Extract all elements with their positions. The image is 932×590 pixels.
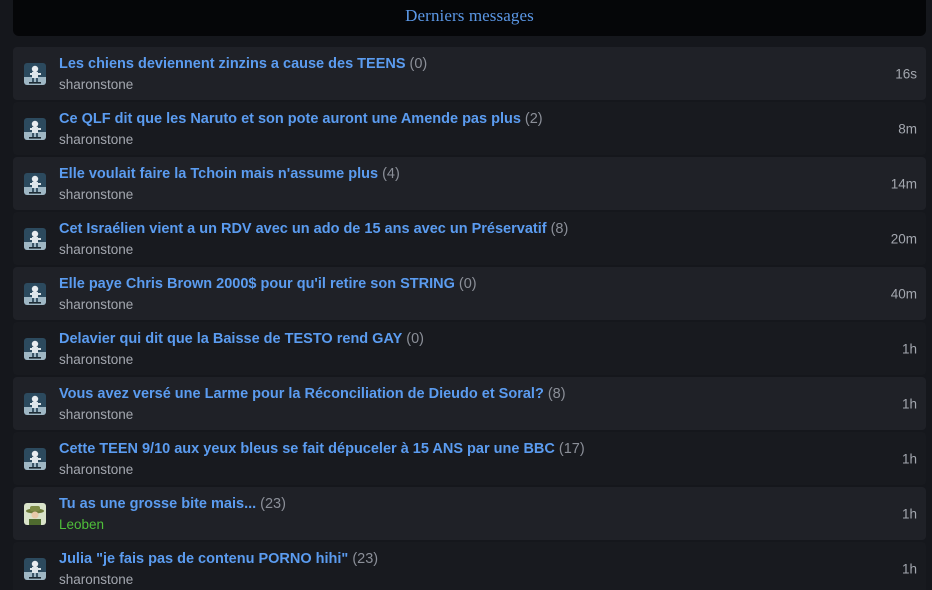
topic-reply-count: (8) bbox=[547, 386, 566, 402]
topic-reply-count: (17) bbox=[558, 441, 585, 457]
topic-reply-count: (0) bbox=[406, 331, 425, 347]
skater-avatar-icon[interactable] bbox=[24, 337, 46, 360]
topic-title-line: Tu as une grosse bite mais... (23) bbox=[59, 495, 286, 513]
topic-author[interactable]: sharonstone bbox=[59, 352, 133, 368]
topic-row[interactable]: Elle voulait faire la Tchoin mais n'assu… bbox=[13, 157, 926, 210]
latest-messages-widget: Derniers messages Les chiens deviennent … bbox=[0, 0, 932, 590]
topic-title-link[interactable]: Delavier qui dit que la Baisse de TESTO … bbox=[59, 331, 402, 347]
topic-reply-count: (23) bbox=[352, 551, 379, 567]
topic-title-link[interactable]: Cette TEEN 9/10 aux yeux bleus se fait d… bbox=[59, 441, 555, 457]
topic-title-line: Les chiens deviennent zinzins a cause de… bbox=[59, 55, 427, 73]
topic-author[interactable]: sharonstone bbox=[59, 242, 133, 258]
topic-reply-count: (2) bbox=[524, 111, 543, 127]
skater-avatar-icon[interactable] bbox=[24, 557, 46, 580]
topic-title-line: Ce QLF dit que les Naruto et son pote au… bbox=[59, 110, 543, 128]
topic-title-line: Elle paye Chris Brown 2000$ pour qu'il r… bbox=[59, 275, 477, 293]
topic-row[interactable]: Tu as une grosse bite mais... (23) Leoben… bbox=[13, 487, 926, 540]
topic-time: 1h bbox=[901, 396, 917, 411]
topic-author[interactable]: sharonstone bbox=[59, 407, 133, 423]
topic-author[interactable]: sharonstone bbox=[59, 297, 133, 313]
topic-row[interactable]: Julia "je fais pas de contenu PORNO hihi… bbox=[13, 542, 926, 590]
topic-title-link[interactable]: Tu as une grosse bite mais... bbox=[59, 496, 256, 512]
topic-list: Les chiens deviennent zinzins a cause de… bbox=[13, 47, 926, 590]
topic-time: 1h bbox=[901, 341, 917, 356]
skater-avatar-icon[interactable] bbox=[24, 447, 46, 470]
topic-title-line: Elle voulait faire la Tchoin mais n'assu… bbox=[59, 165, 400, 183]
topic-title-line: Julia "je fais pas de contenu PORNO hihi… bbox=[59, 550, 378, 568]
skater-avatar-icon[interactable] bbox=[24, 282, 46, 305]
topic-author[interactable]: sharonstone bbox=[59, 572, 133, 588]
topic-title-link[interactable]: Julia "je fais pas de contenu PORNO hihi… bbox=[59, 551, 348, 567]
topic-reply-count: (0) bbox=[409, 56, 428, 72]
topic-time: 1h bbox=[901, 451, 917, 466]
topic-reply-count: (8) bbox=[550, 221, 569, 237]
widget-header: Derniers messages bbox=[13, 0, 926, 36]
topic-author[interactable]: Leoben bbox=[59, 517, 104, 533]
topic-title-link[interactable]: Cet Israélien vient a un RDV avec un ado… bbox=[59, 221, 547, 237]
hat-avatar-icon[interactable] bbox=[24, 502, 46, 525]
topic-row[interactable]: Ce QLF dit que les Naruto et son pote au… bbox=[13, 102, 926, 155]
topic-row[interactable]: Elle paye Chris Brown 2000$ pour qu'il r… bbox=[13, 267, 926, 320]
topic-row[interactable]: Cette TEEN 9/10 aux yeux bleus se fait d… bbox=[13, 432, 926, 485]
topic-row[interactable]: Les chiens deviennent zinzins a cause de… bbox=[13, 47, 926, 100]
topic-reply-count: (0) bbox=[458, 276, 477, 292]
topic-reply-count: (23) bbox=[260, 496, 286, 512]
topic-title-link[interactable]: Elle paye Chris Brown 2000$ pour qu'il r… bbox=[59, 276, 455, 292]
skater-avatar-icon[interactable] bbox=[24, 117, 46, 140]
skater-avatar-icon[interactable] bbox=[24, 227, 46, 250]
topic-time: 14m bbox=[890, 176, 917, 191]
topic-time: 20m bbox=[890, 231, 917, 246]
topic-author[interactable]: sharonstone bbox=[59, 462, 133, 478]
topic-row[interactable]: Vous avez versé une Larme pour la Réconc… bbox=[13, 377, 926, 430]
topic-time: 1h bbox=[901, 506, 917, 521]
topic-author[interactable]: sharonstone bbox=[59, 132, 133, 148]
topic-title-link[interactable]: Elle voulait faire la Tchoin mais n'assu… bbox=[59, 166, 378, 182]
skater-avatar-icon[interactable] bbox=[24, 392, 46, 415]
topic-title-link[interactable]: Vous avez versé une Larme pour la Réconc… bbox=[59, 386, 544, 402]
topic-author[interactable]: sharonstone bbox=[59, 77, 133, 93]
topic-time: 8m bbox=[898, 121, 917, 136]
skater-avatar-icon[interactable] bbox=[24, 62, 46, 85]
topic-time: 1h bbox=[901, 561, 917, 576]
topic-title-line: Cet Israélien vient a un RDV avec un ado… bbox=[59, 220, 568, 238]
topic-title-line: Cette TEEN 9/10 aux yeux bleus se fait d… bbox=[59, 440, 585, 458]
widget-title: Derniers messages bbox=[405, 6, 534, 25]
topic-title-link[interactable]: Les chiens deviennent zinzins a cause de… bbox=[59, 56, 406, 72]
topic-title-link[interactable]: Ce QLF dit que les Naruto et son pote au… bbox=[59, 111, 521, 127]
topic-title-line: Delavier qui dit que la Baisse de TESTO … bbox=[59, 330, 424, 348]
topic-row[interactable]: Cet Israélien vient a un RDV avec un ado… bbox=[13, 212, 926, 265]
topic-time: 16s bbox=[895, 66, 917, 81]
topic-title-line: Vous avez versé une Larme pour la Réconc… bbox=[59, 385, 566, 403]
skater-avatar-icon[interactable] bbox=[24, 172, 46, 195]
topic-reply-count: (4) bbox=[382, 166, 400, 182]
topic-row[interactable]: Delavier qui dit que la Baisse de TESTO … bbox=[13, 322, 926, 375]
topic-time: 40m bbox=[890, 286, 917, 301]
topic-author[interactable]: sharonstone bbox=[59, 187, 133, 203]
